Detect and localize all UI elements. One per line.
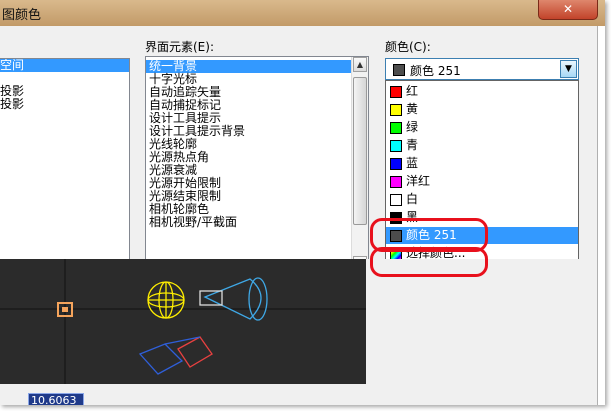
camera-icon	[138, 336, 213, 375]
preview-graphics	[0, 259, 366, 384]
coordinate-readout: 10.6063	[28, 393, 84, 405]
color-swatch-icon	[390, 194, 402, 206]
interface-elements-list[interactable]: 统一背景 十字光标 自动追踪矢量 自动捕捉标记 设计工具提示 设计工具提示背景 光线轮廓 光源…	[145, 56, 369, 272]
color-swatch-icon	[390, 140, 402, 152]
context-list[interactable]: 空间 投影 投影	[0, 58, 130, 260]
color-swatch-icon	[390, 176, 402, 188]
color-option[interactable]: 蓝	[386, 155, 578, 172]
color-option[interactable]: 青	[386, 137, 578, 154]
color-option[interactable]: 黄	[386, 101, 578, 118]
interface-elements-scrollbar[interactable]: ▲ ▼	[351, 57, 368, 271]
color-option-label: 白	[406, 192, 419, 206]
scroll-up-icon[interactable]: ▲	[353, 57, 367, 72]
context-item[interactable]: 投影	[0, 98, 129, 111]
color-label: 颜色(C):	[385, 40, 431, 54]
color-option-label: 绿	[406, 120, 419, 134]
color-option-label: 蓝	[406, 156, 419, 170]
color-option[interactable]: 白	[386, 191, 578, 208]
window-title: 图颜色	[2, 8, 42, 23]
color-select-value: 颜色 251	[410, 64, 461, 78]
side-panel	[366, 259, 597, 379]
color-swatch-icon	[390, 158, 402, 170]
color-swatch	[393, 64, 405, 76]
close-button[interactable]: ✕	[538, 0, 598, 20]
color-swatch-icon	[390, 104, 402, 116]
dialog-window: 图颜色 ✕ 空间 投影 投影 界面元素(E): 统一背景 十字光标 自动追踪矢量 自动…	[0, 0, 605, 405]
color-option-label: 黄	[406, 102, 419, 116]
chevron-down-icon[interactable]: ▼	[560, 60, 577, 78]
color-option[interactable]: 洋红	[386, 173, 578, 190]
interface-elements-label: 界面元素(E):	[145, 40, 214, 54]
annotation-highlight	[370, 247, 488, 277]
spotlight-icon	[199, 277, 268, 321]
light-bulb-icon	[147, 281, 185, 319]
scroll-thumb[interactable]	[353, 77, 367, 225]
color-option[interactable]: 绿	[386, 119, 578, 136]
color-option-label: 红	[406, 84, 419, 98]
title-bar[interactable]: 图颜色 ✕	[0, 0, 605, 26]
color-select[interactable]: 颜色 251 ▼	[385, 58, 579, 80]
color-swatch-icon	[390, 86, 402, 98]
context-item[interactable]: 空间	[0, 59, 129, 72]
interface-element-item[interactable]: 相机视野/平截面	[146, 216, 368, 229]
color-option-label: 洋红	[406, 174, 431, 188]
color-option-label: 青	[406, 138, 419, 152]
preview-viewport	[0, 259, 366, 384]
color-option[interactable]: 红	[386, 83, 578, 100]
color-swatch-icon	[390, 122, 402, 134]
